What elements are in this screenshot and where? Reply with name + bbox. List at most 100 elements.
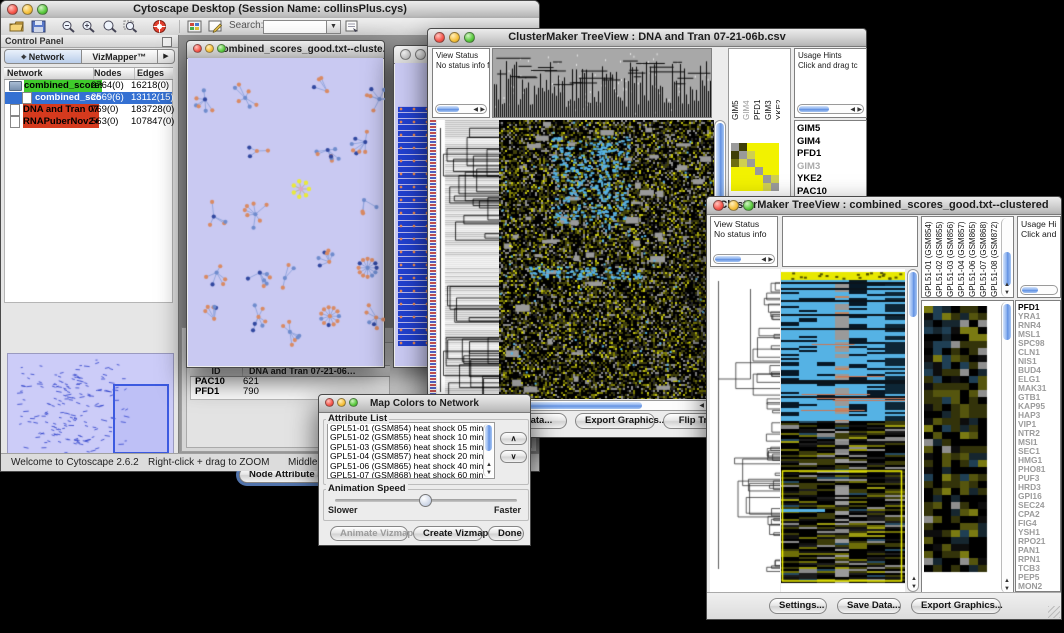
search-dropdown-icon[interactable]: ▼	[326, 20, 341, 34]
attribute-list-scrollbar[interactable]: ▲ ▼	[483, 424, 493, 477]
tv2-zoom-panel[interactable]: ▲ ▼	[921, 300, 1014, 595]
animate-vizmap-button[interactable]: Animate Vizmap	[330, 526, 408, 541]
move-attribute-down-button[interactable]: ∨	[500, 450, 527, 463]
scroll-left-icon[interactable]: ◀	[850, 107, 855, 113]
treeview1-titlebar[interactable]: ClusterMaker TreeView : DNA and Tran 07-…	[428, 29, 866, 47]
vizmap-icon[interactable]	[187, 20, 202, 33]
tv2-hints-scrollbar[interactable]	[1020, 285, 1058, 295]
slider-thumb[interactable]	[419, 494, 432, 507]
network-overview[interactable]	[7, 353, 174, 465]
close-icon[interactable]	[400, 49, 411, 60]
search-options-icon[interactable]	[345, 20, 360, 33]
network-row[interactable]: RNAPuberNov2+563(0)107847(0)	[5, 116, 172, 128]
zoom-selected-icon[interactable]	[123, 20, 138, 33]
gene-label[interactable]: MON2	[1018, 582, 1060, 591]
help-lifesaver-icon[interactable]	[152, 20, 167, 33]
zoom-window-icon[interactable]	[217, 44, 226, 53]
close-icon[interactable]	[7, 4, 18, 15]
close-icon[interactable]	[713, 200, 724, 211]
zoom-out-icon[interactable]	[61, 20, 76, 33]
tv1-hints-scrollbar[interactable]: ◀ ▶	[797, 104, 864, 114]
tv2-zoom-scrollbar[interactable]: ▲ ▼	[1001, 302, 1012, 593]
resize-grip[interactable]	[1048, 606, 1060, 618]
tv1-status-scrollbar[interactable]: ◀ ▶	[435, 104, 487, 114]
close-icon[interactable]	[193, 44, 202, 53]
gene-label[interactable]: GIM4	[797, 136, 866, 149]
tv2-status-scrollbar[interactable]: ◀ ▶	[713, 254, 775, 264]
tv2-settings-button[interactable]: Settings...	[769, 598, 827, 614]
tv2-heatmap[interactable]	[781, 269, 905, 592]
tv1-hscrollbar[interactable]: ◀ ▶	[499, 400, 714, 411]
column-label[interactable]: YKE2	[774, 51, 780, 120]
scroll-left-icon[interactable]: ◀	[761, 257, 766, 263]
network-row[interactable]: combined_scores2764(0)16218(0)	[5, 80, 172, 92]
minimize-icon[interactable]	[415, 49, 426, 60]
tv2-row-dendrogram[interactable]	[710, 269, 780, 592]
zoom-window-icon[interactable]	[37, 4, 48, 15]
scroll-down-icon[interactable]: ▼	[911, 584, 917, 590]
scroll-right-icon[interactable]: ▶	[480, 107, 485, 113]
tv2-column-dendrogram[interactable]	[782, 216, 918, 267]
tv1-row-dendrogram[interactable]	[437, 120, 500, 399]
tv1-column-dendrogram[interactable]	[492, 48, 712, 118]
tv1-heatmap[interactable]	[499, 120, 714, 399]
network-window-1-titlebar[interactable]: combined_scores_good.txt--cluste...	[187, 41, 384, 59]
tv2-save-data-button[interactable]: Save Data...	[837, 598, 901, 614]
minimize-icon[interactable]	[337, 398, 346, 407]
minimize-icon[interactable]	[205, 44, 214, 53]
cytoscape-titlebar[interactable]: Cytoscape Desktop (Session Name: collins…	[1, 1, 539, 19]
column-label[interactable]: GPL51-06 (GSM865)	[967, 218, 978, 297]
tv1-export-graphics-button[interactable]: Export Graphics...	[575, 413, 655, 429]
save-icon[interactable]	[31, 20, 46, 33]
network-row[interactable]: combined_sco2569(6)13112(15)	[5, 92, 172, 104]
column-label[interactable]: GIM5	[730, 51, 741, 120]
annotation-icon[interactable]	[208, 20, 223, 33]
attribute-list[interactable]: GPL51-01 (GSM854) heat shock 05 minGPL51…	[327, 422, 495, 479]
column-label[interactable]: GPL51-03 (GSM856)	[945, 218, 956, 297]
attribute-item[interactable]: GPL51-07 (GSM868) heat shock 60 min	[330, 471, 480, 479]
gene-label[interactable]: PFD1	[797, 148, 866, 161]
scroll-up-icon[interactable]: ▲	[1004, 578, 1010, 584]
tv2-export-graphics-button[interactable]: Export Graphics...	[911, 598, 1001, 614]
close-icon[interactable]	[325, 398, 334, 407]
scroll-down-icon[interactable]: ▼	[1004, 290, 1010, 296]
treeview2-titlebar[interactable]: ClusterMaker TreeView : combined_scores_…	[707, 197, 1061, 215]
gene-label[interactable]: GIM5	[797, 123, 866, 136]
minimize-icon[interactable]	[22, 4, 33, 15]
zoom-window-icon[interactable]	[349, 398, 358, 407]
network-row[interactable]: DNA and Tran 07769(0)183728(0)	[5, 104, 172, 116]
column-label[interactable]: GPL51-08 (GSM872)	[989, 218, 1000, 297]
scroll-down-icon[interactable]: ▼	[486, 470, 492, 476]
column-label[interactable]: PFD1	[752, 51, 763, 120]
tv2-vscrollbar[interactable]: ▲ ▼	[907, 269, 919, 592]
scroll-left-icon[interactable]: ◀	[699, 403, 704, 409]
tab-network[interactable]: ⌖ Network	[4, 49, 82, 64]
column-label[interactable]: GPL51-02 (GSM855)	[934, 218, 945, 297]
tv2-gene-list[interactable]: PFD1YRA1RNR4MSL1SPC98CLN1NIS1BUD4ELG1MAK…	[1015, 300, 1061, 592]
scroll-up-icon[interactable]: ▲	[486, 462, 492, 468]
network-view-1[interactable]	[188, 58, 383, 366]
done-button[interactable]: Done	[488, 526, 524, 541]
minimize-icon[interactable]	[728, 200, 739, 211]
attr-table-row[interactable]: PAC10621	[191, 377, 389, 387]
column-label[interactable]: GPL51-04 (GSM857)	[956, 218, 967, 297]
tab-vizmapper[interactable]: VizMapper™	[82, 49, 159, 64]
zoom-fit-icon[interactable]	[102, 20, 117, 33]
overview-viewport-rect[interactable]	[113, 384, 169, 454]
column-label[interactable]: GPL51-01 (GSM854)	[923, 218, 934, 297]
open-file-icon[interactable]	[9, 20, 24, 33]
column-label[interactable]: GIM3	[763, 51, 774, 120]
gene-label[interactable]: YKE2	[797, 173, 866, 186]
zoom-in-icon[interactable]	[81, 20, 96, 33]
zoom-window-icon[interactable]	[464, 32, 475, 43]
close-icon[interactable]	[434, 32, 445, 43]
dialog-titlebar[interactable]: Map Colors to Network	[319, 395, 530, 413]
scroll-right-icon[interactable]: ▶	[857, 107, 862, 113]
scroll-left-icon[interactable]: ◀	[473, 107, 478, 113]
float-panel-icon[interactable]	[162, 37, 172, 47]
scroll-up-icon[interactable]: ▲	[911, 576, 917, 582]
scroll-up-icon[interactable]: ▲	[1004, 282, 1010, 288]
move-attribute-up-button[interactable]: ∧	[500, 432, 527, 445]
create-vizmap-button[interactable]: Create Vizmap	[413, 526, 483, 541]
column-label[interactable]: GPL51-07 (GSM868)	[978, 218, 989, 297]
